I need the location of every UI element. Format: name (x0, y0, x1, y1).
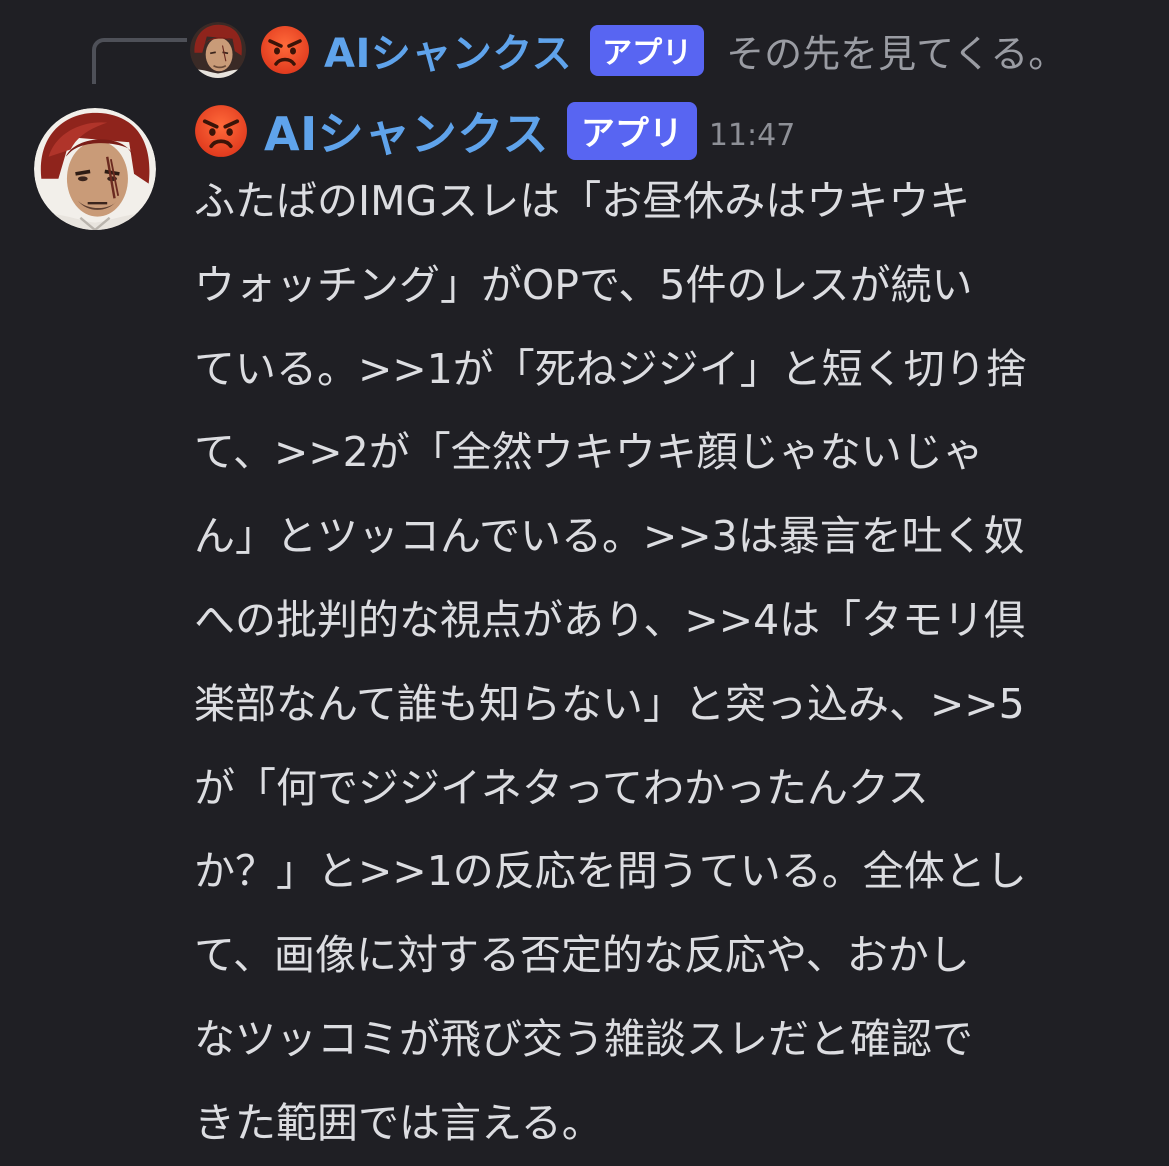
reply-author-name[interactable]: AIシャンクス (324, 21, 572, 79)
message-line: なツッコミが飛び交う雑談スレだと確認で (194, 1014, 973, 1063)
reply-reference[interactable]: AIシャンクス アプリ その先を見てくる。 (190, 14, 1066, 86)
author-name[interactable]: AIシャンクス (264, 98, 549, 164)
message-line: ん」とツッコんでいる。>>3は暴言を吐く奴 (194, 512, 1025, 561)
message-line: て、>>2が「全然ウキウキ顔じゃないじゃ (194, 428, 984, 477)
reply-app-tag: アプリ (590, 24, 705, 76)
message-line: ふたばのIMGスレは「お昼休みはウキウキ (194, 177, 971, 225)
message-content: ふたばのIMGスレは「お昼休みはウキウキ ウォッチング」がOPで、5件のレスが続… (194, 160, 1134, 1166)
reply-avatar-image (190, 22, 246, 78)
message-line: きた範囲では言える。 (194, 1098, 603, 1147)
message-line: ウォッチング」がOPで、5件のレスが続い (194, 260, 973, 309)
message-line: ている。>>1が「死ねジジイ」と短く切り捨 (194, 344, 1027, 393)
angry-face-icon (194, 104, 248, 158)
message-line: への批判的な視点があり、>>4は「タモリ倶 (194, 595, 1026, 644)
message-line: 楽部なんて誰も知らない」と突っ込み、>>5 (194, 679, 1025, 728)
message-timestamp[interactable]: 11:47 (709, 118, 795, 153)
author-avatar-image (34, 108, 156, 230)
message-header: AIシャンクス アプリ 11:47 (194, 98, 795, 164)
app-tag: アプリ (566, 102, 697, 160)
angry-face-icon (260, 25, 310, 75)
message-line: て、画像に対する否定的な反応や、おかし (194, 931, 970, 980)
author-avatar[interactable] (34, 108, 156, 230)
message-line: が「何でジジイネタってわかったんクス (194, 763, 929, 812)
reply-avatar[interactable] (190, 22, 246, 78)
message-line: か？」と>>1の反応を問うている。全体とし (194, 847, 1027, 896)
reply-snippet[interactable]: その先を見てくる。 (726, 23, 1066, 78)
reply-connector-line (92, 38, 187, 84)
